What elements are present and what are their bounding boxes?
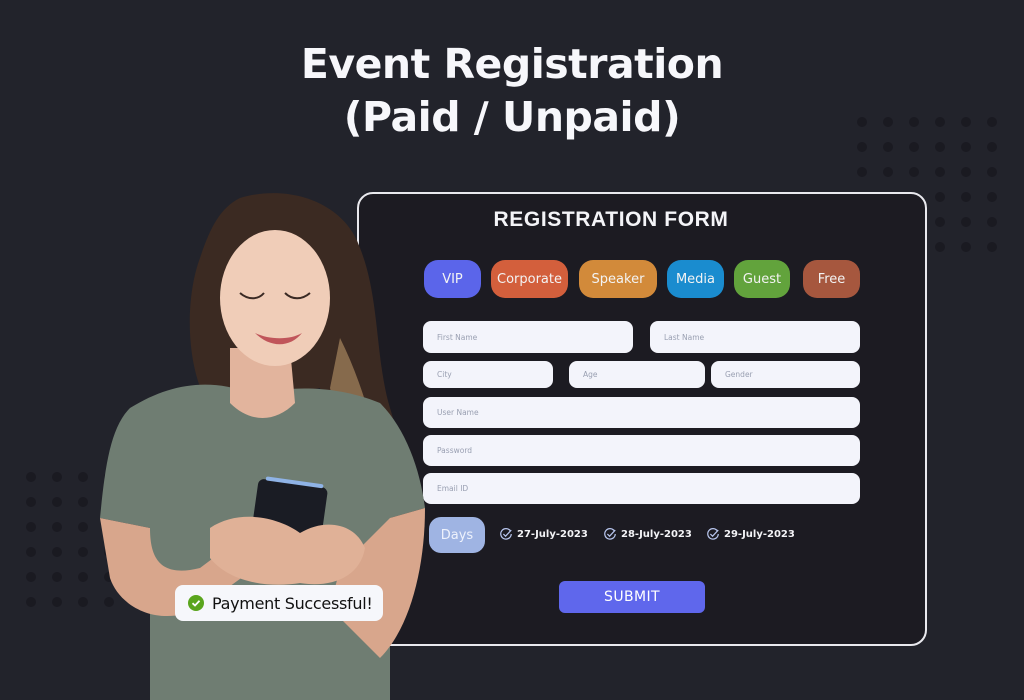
check-circle-outline-icon bbox=[707, 527, 719, 540]
decorative-dot bbox=[987, 217, 997, 227]
category-tag-corporate[interactable]: Corporate bbox=[491, 260, 568, 298]
face-shape bbox=[220, 230, 330, 366]
category-tag-vip[interactable]: VIP bbox=[424, 260, 481, 298]
decorative-dot bbox=[78, 472, 88, 482]
age-input[interactable] bbox=[569, 361, 705, 388]
check-circle-outline-icon bbox=[500, 527, 512, 540]
decorative-dot bbox=[935, 167, 945, 177]
decorative-dot bbox=[935, 242, 945, 252]
decorative-dot bbox=[26, 497, 36, 507]
decorative-dot bbox=[987, 242, 997, 252]
day-option-1[interactable]: 27-July-2023 bbox=[499, 527, 588, 541]
category-tag-media[interactable]: Media bbox=[667, 260, 724, 298]
day-option-label: 29-July-2023 bbox=[724, 528, 795, 540]
decorative-dot bbox=[52, 497, 62, 507]
decorative-dot bbox=[935, 117, 945, 127]
decorative-dot bbox=[857, 117, 867, 127]
decorative-dot bbox=[78, 597, 88, 607]
decorative-dot bbox=[26, 572, 36, 582]
password-input[interactable] bbox=[423, 435, 860, 466]
submit-button[interactable]: SUBMIT bbox=[559, 581, 705, 613]
decorative-dot bbox=[78, 522, 88, 532]
headline-line-2: (Paid / Unpaid) bbox=[343, 93, 681, 141]
check-circle-icon bbox=[188, 595, 204, 611]
payment-success-toast: Payment Successful! bbox=[175, 585, 383, 621]
decorative-dot bbox=[987, 117, 997, 127]
woman-with-phone-photo bbox=[100, 193, 425, 700]
decorative-dot bbox=[961, 117, 971, 127]
decorative-dot bbox=[857, 142, 867, 152]
decorative-dot bbox=[987, 167, 997, 177]
payment-success-message: Payment Successful! bbox=[212, 593, 373, 613]
day-option-2[interactable]: 28-July-2023 bbox=[603, 527, 692, 541]
user-name-input[interactable] bbox=[423, 397, 860, 428]
decorative-dot bbox=[26, 547, 36, 557]
decorative-dot bbox=[52, 472, 62, 482]
decorative-dot bbox=[78, 497, 88, 507]
decorative-dot bbox=[909, 142, 919, 152]
decorative-dot bbox=[961, 217, 971, 227]
category-tag-guest[interactable]: Guest bbox=[734, 260, 790, 298]
check-circle-outline-icon bbox=[604, 527, 616, 540]
decorative-dot bbox=[52, 547, 62, 557]
decorative-dot bbox=[52, 572, 62, 582]
day-option-3[interactable]: 29-July-2023 bbox=[706, 527, 795, 541]
decorative-dot bbox=[909, 117, 919, 127]
decorative-dot bbox=[857, 167, 867, 177]
day-option-label: 28-July-2023 bbox=[621, 528, 692, 540]
first-name-input[interactable] bbox=[423, 321, 633, 353]
decorative-dot bbox=[961, 242, 971, 252]
category-tag-speaker[interactable]: Speaker bbox=[579, 260, 657, 298]
decorative-dot bbox=[883, 167, 893, 177]
decorative-dot bbox=[935, 142, 945, 152]
email-input[interactable] bbox=[423, 473, 860, 504]
decorative-dot bbox=[26, 472, 36, 482]
gender-input[interactable] bbox=[711, 361, 860, 388]
decorative-dot bbox=[26, 522, 36, 532]
decorative-dot bbox=[26, 597, 36, 607]
decorative-dot bbox=[52, 597, 62, 607]
decorative-dot bbox=[909, 167, 919, 177]
decorative-dot bbox=[78, 547, 88, 557]
days-label-pill: Days bbox=[429, 517, 485, 553]
decorative-dot bbox=[883, 117, 893, 127]
decorative-dot bbox=[987, 142, 997, 152]
day-option-label: 27-July-2023 bbox=[517, 528, 588, 540]
decorative-dot bbox=[961, 167, 971, 177]
form-title: REGISTRATION FORM bbox=[493, 208, 729, 231]
category-tag-free[interactable]: Free bbox=[803, 260, 860, 298]
page-headline: Event Registration (Paid / Unpaid) bbox=[0, 38, 1024, 144]
decorative-dot bbox=[987, 192, 997, 202]
decorative-dot bbox=[78, 572, 88, 582]
decorative-dot bbox=[961, 142, 971, 152]
headline-line-1: Event Registration bbox=[300, 40, 724, 88]
hands-shape bbox=[210, 516, 365, 585]
city-input[interactable] bbox=[423, 361, 553, 388]
decorative-dot bbox=[935, 217, 945, 227]
decorative-dot bbox=[52, 522, 62, 532]
decorative-dot bbox=[883, 142, 893, 152]
decorative-dot bbox=[961, 192, 971, 202]
decorative-dot bbox=[935, 192, 945, 202]
last-name-input[interactable] bbox=[650, 321, 860, 353]
